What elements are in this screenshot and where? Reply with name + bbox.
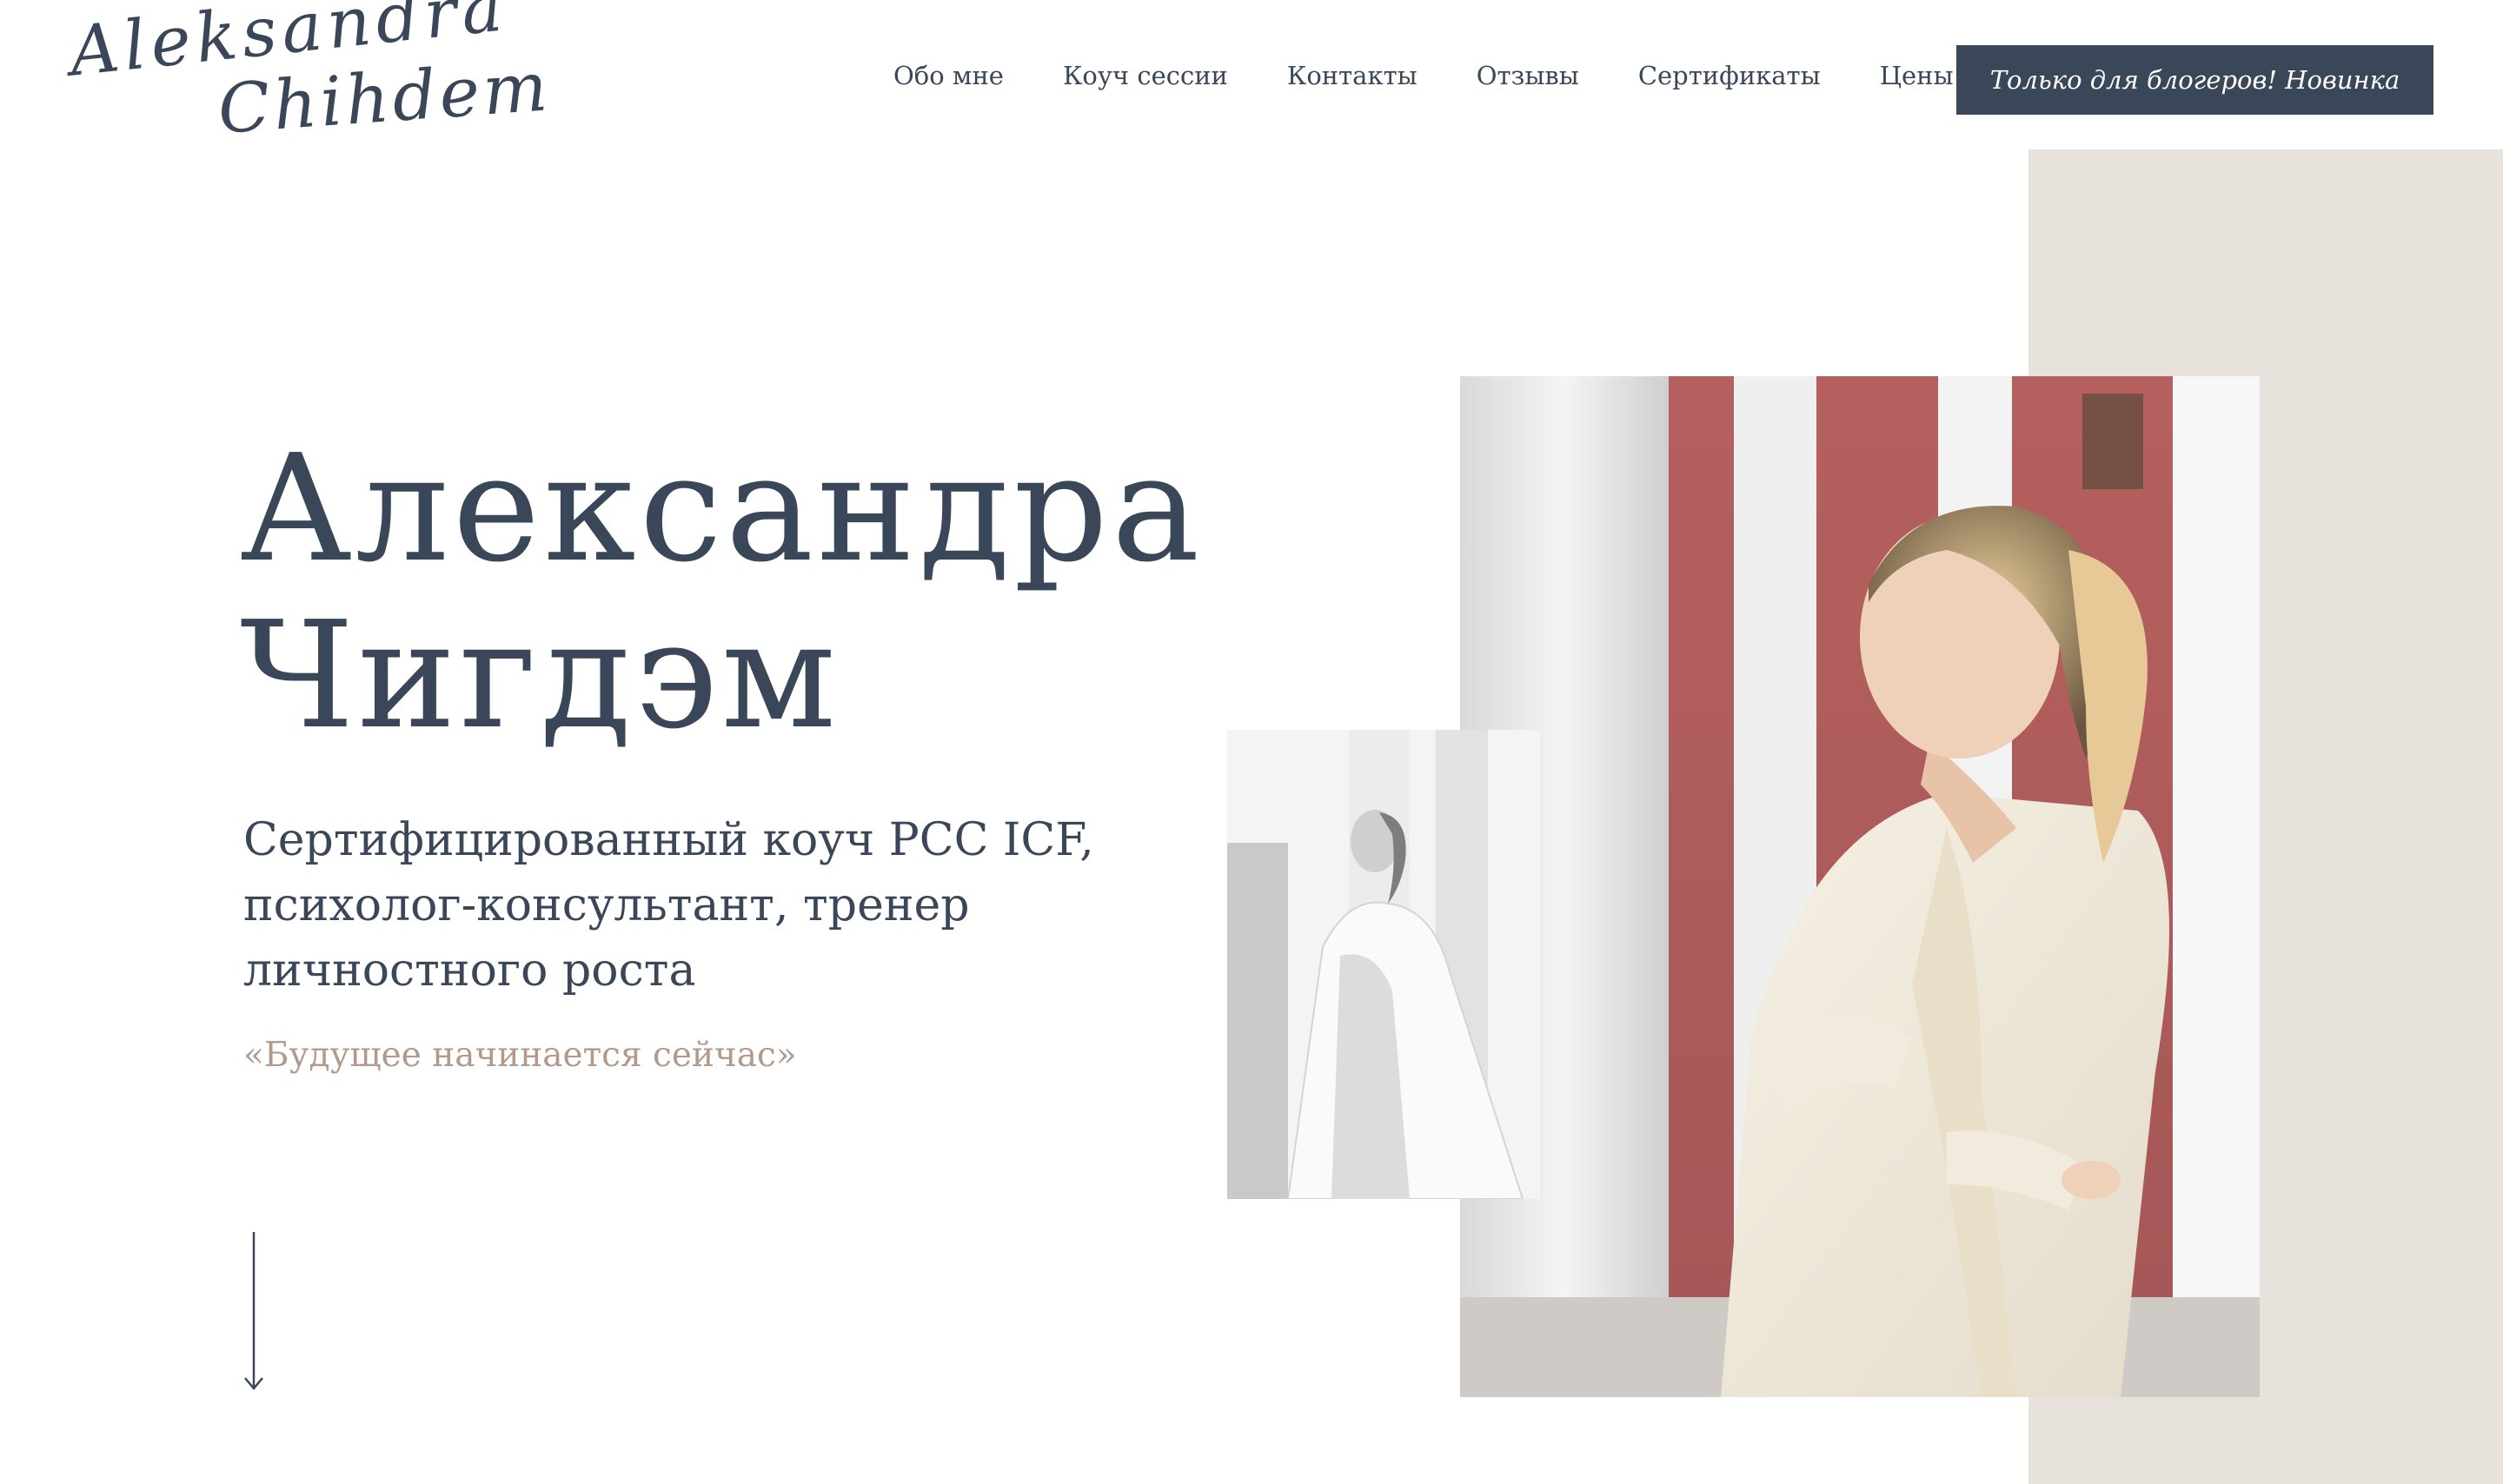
- bloggers-cta-button[interactable]: Только для блогеров! Новинка: [1956, 45, 2433, 115]
- main-nav: Обо мне Коуч сессии Контакты Отзывы Серт…: [893, 61, 1954, 90]
- hero-subtitle-line-2: психолог-консультант, тренер: [243, 879, 970, 931]
- portrait-photo-main-image: [1460, 376, 2260, 1397]
- nav-item-coach-sessions[interactable]: Коуч сессии: [1063, 61, 1228, 90]
- nav-item-certificates[interactable]: Сертификаты: [1638, 61, 1821, 90]
- nav-item-reviews[interactable]: Отзывы: [1477, 61, 1579, 90]
- portrait-photo-small: [1227, 730, 1540, 1199]
- nav-item-contacts[interactable]: Контакты: [1287, 61, 1417, 90]
- hero-title-first-name: Александра: [240, 423, 1204, 595]
- nav-item-prices[interactable]: Цены: [1880, 61, 1954, 90]
- portrait-photo-main: [1460, 376, 2260, 1397]
- hero-subtitle-line-1: Сертифицированный коуч PCC ICF,: [243, 814, 1094, 866]
- logo[interactable]: Aleksandra Chihdem: [61, 0, 554, 149]
- page: Aleksandra Chihdem Обо мне Коуч сессии К…: [0, 0, 2503, 1484]
- portrait-photo-small-image: [1227, 730, 1540, 1199]
- nav-item-about[interactable]: Обо мне: [893, 61, 1004, 90]
- hero-title: Александра Чигдэм: [240, 426, 1203, 759]
- arrow-down-icon[interactable]: [243, 1232, 264, 1392]
- hero-subtitle: Сертифицированный коуч PCC ICF, психолог…: [243, 808, 1095, 1004]
- hero-quote: «Будущее начинается сейчас»: [243, 1036, 797, 1075]
- hero-subtitle-line-3: личностного роста: [243, 944, 696, 997]
- hero-title-last-name: Чигдэм: [240, 590, 840, 762]
